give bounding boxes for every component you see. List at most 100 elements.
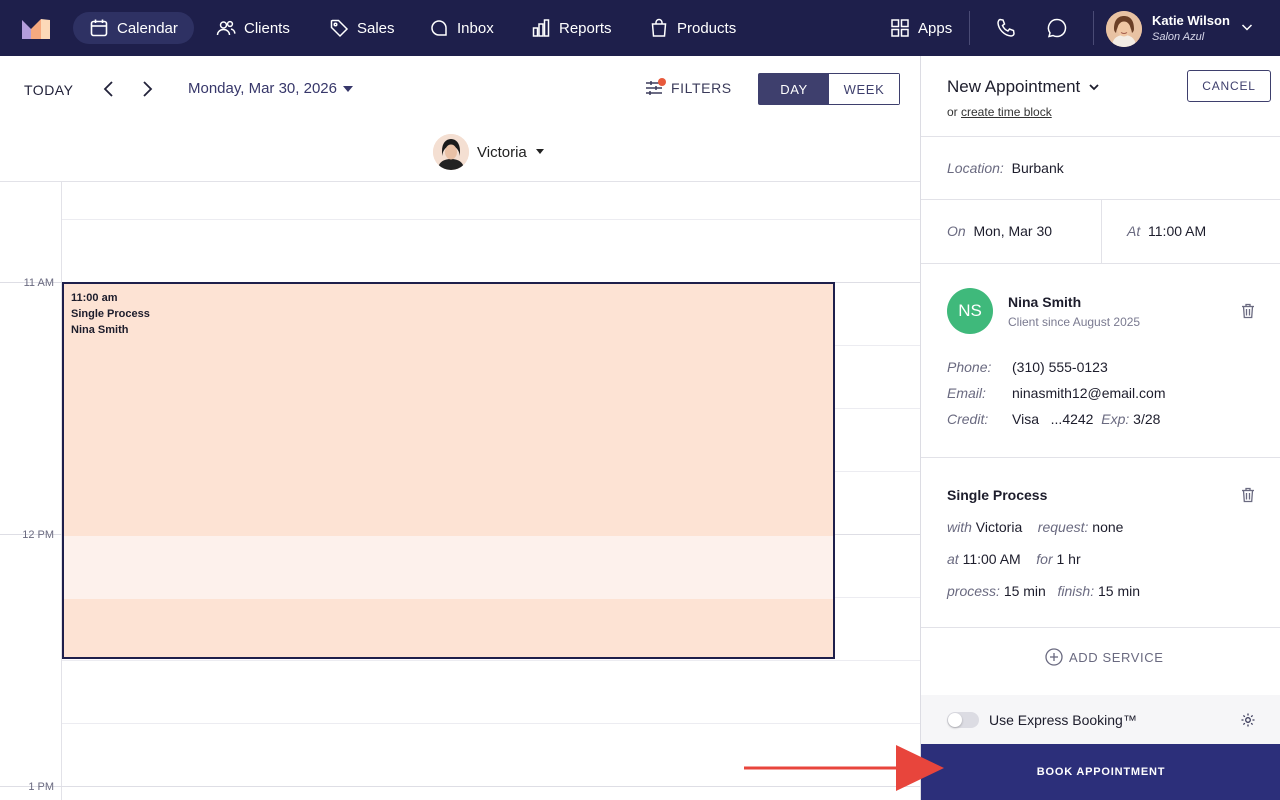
service-at-value: 11:00 AM [962, 551, 1021, 567]
grid-line [62, 723, 920, 724]
tab-week[interactable]: WEEK [829, 74, 899, 104]
cancel-button[interactable]: CANCEL [1187, 70, 1271, 102]
client-avatar: NS [947, 288, 993, 334]
nav-inbox-label: Inbox [457, 19, 494, 37]
card-brand: Visa [1012, 411, 1039, 427]
client-name[interactable]: Nina Smith [1008, 294, 1081, 310]
at-label: At [1127, 223, 1141, 239]
annotation-arrow-icon [744, 745, 944, 791]
location-row[interactable]: Location: Burbank [947, 160, 1064, 176]
divider [921, 263, 1280, 264]
email-value[interactable]: ninasmith12@email.com [1012, 385, 1166, 401]
grid-line [62, 660, 920, 661]
trash-icon[interactable] [1241, 303, 1255, 319]
staff-selector[interactable]: Victoria [433, 134, 545, 170]
today-button[interactable]: TODAY [24, 82, 73, 98]
location-label: Location: [947, 160, 1004, 176]
app-logo-icon[interactable] [22, 17, 50, 39]
panel-subtitle: or create time block [947, 105, 1052, 119]
grid-icon [891, 19, 909, 37]
divider [921, 136, 1280, 137]
on-value: Mon, Mar 30 [973, 223, 1053, 239]
plus-circle-icon [1045, 648, 1063, 666]
hour-label: 11 AM [23, 277, 54, 289]
user-avatar[interactable] [1106, 11, 1142, 47]
nav-apps[interactable]: Apps [874, 12, 968, 44]
users-icon [216, 20, 236, 36]
nav-calendar[interactable]: Calendar [73, 12, 194, 44]
appointment-block[interactable]: 11:00 am Single Process Nina Smith [62, 282, 835, 659]
phone-icon[interactable] [995, 17, 1017, 39]
on-label: On [947, 223, 966, 239]
express-booking-toggle[interactable] [947, 712, 979, 728]
message-icon[interactable] [1046, 17, 1068, 39]
nav-clients-label: Clients [244, 19, 290, 37]
for-value: 1 hr [1056, 551, 1081, 567]
add-service-button[interactable]: ADD SERVICE [1045, 648, 1164, 666]
nav-reports[interactable]: Reports [515, 12, 628, 44]
phone-value[interactable]: (310) 555-0123 [1012, 359, 1108, 375]
service-time-row[interactable]: at 11:00 AM for 1 hr [947, 551, 1081, 567]
view-toggle: DAY WEEK [758, 73, 900, 105]
nav-sales[interactable]: Sales [313, 12, 411, 44]
service-staff-row[interactable]: with Victoria request: none [947, 519, 1123, 535]
tab-day[interactable]: DAY [759, 74, 829, 104]
calendar-icon [90, 19, 108, 37]
client-phone-row: Phone: (310) 555-0123 [947, 359, 1108, 375]
top-nav: Calendar Clients Sales Inbox Reports Pro… [0, 0, 1280, 56]
create-time-block-link[interactable]: create time block [961, 105, 1052, 119]
filter-active-dot [658, 78, 666, 86]
nav-clients[interactable]: Clients [200, 12, 306, 44]
service-at-label: at [947, 551, 959, 567]
chevron-left-icon[interactable] [99, 79, 119, 99]
client-credit-row: Credit: Visa ...4242 Exp: 3/28 [947, 411, 1160, 427]
bar-chart-icon [532, 19, 550, 37]
caret-down-icon [535, 149, 544, 154]
divider [921, 457, 1280, 458]
client-since: Client since August 2025 [1008, 315, 1141, 329]
with-label: with [947, 519, 972, 535]
date-picker[interactable]: Monday, Mar 30, 2026 [188, 80, 353, 97]
chevron-down-icon [1089, 84, 1099, 91]
location-value: Burbank [1011, 160, 1064, 176]
divider [1101, 199, 1102, 263]
nav-sales-label: Sales [357, 19, 395, 37]
appointment-client: Nina Smith [71, 324, 129, 336]
nav-inbox[interactable]: Inbox [413, 12, 510, 44]
grid-line [62, 219, 920, 220]
filters-button[interactable]: FILTERS [645, 78, 732, 97]
chevron-right-icon[interactable] [137, 79, 157, 99]
for-label: for [1036, 551, 1053, 567]
nav-products[interactable]: Products [633, 12, 752, 44]
staff-name: Victoria [477, 143, 527, 161]
panel-title-dropdown[interactable]: New Appointment [947, 77, 1100, 97]
nav-divider [969, 11, 970, 45]
add-service-label: ADD SERVICE [1069, 649, 1164, 665]
toggle-knob [948, 713, 962, 727]
hour-label: 1 PM [28, 781, 54, 793]
user-photo-icon [1106, 11, 1142, 47]
appointment-details: 11:00 am Single Process Nina Smith [71, 290, 150, 338]
nav-reports-label: Reports [559, 19, 612, 37]
service-process-row[interactable]: process: 15 min finish: 15 min [947, 583, 1140, 599]
service-title[interactable]: Single Process [947, 487, 1047, 503]
user-name[interactable]: Katie Wilson [1152, 13, 1230, 28]
chevron-down-icon[interactable] [1240, 20, 1254, 34]
phone-label: Phone: [947, 359, 992, 375]
calendar-grid[interactable]: 11 AM 12 PM 1 PM 11:00 am Single Process… [0, 181, 920, 800]
nav-products-label: Products [677, 19, 737, 37]
gear-icon[interactable] [1240, 712, 1256, 728]
processing-gap [64, 536, 833, 599]
process-value: 15 min [1003, 583, 1046, 599]
request-value: none [1092, 519, 1124, 535]
date-field[interactable]: On Mon, Mar 30 [947, 223, 1052, 239]
filters-label: FILTERS [671, 80, 732, 96]
time-field[interactable]: At 11:00 AM [1127, 223, 1206, 239]
trash-icon[interactable] [1241, 487, 1255, 503]
book-appointment-button[interactable]: BOOK APPOINTMENT [921, 744, 1280, 800]
finish-label: finish: [1057, 583, 1095, 599]
hour-label: 12 PM [22, 529, 54, 541]
panel-title: New Appointment [947, 77, 1081, 96]
divider [921, 627, 1280, 628]
client-email-row: Email: ninasmith12@email.com [947, 385, 1166, 401]
